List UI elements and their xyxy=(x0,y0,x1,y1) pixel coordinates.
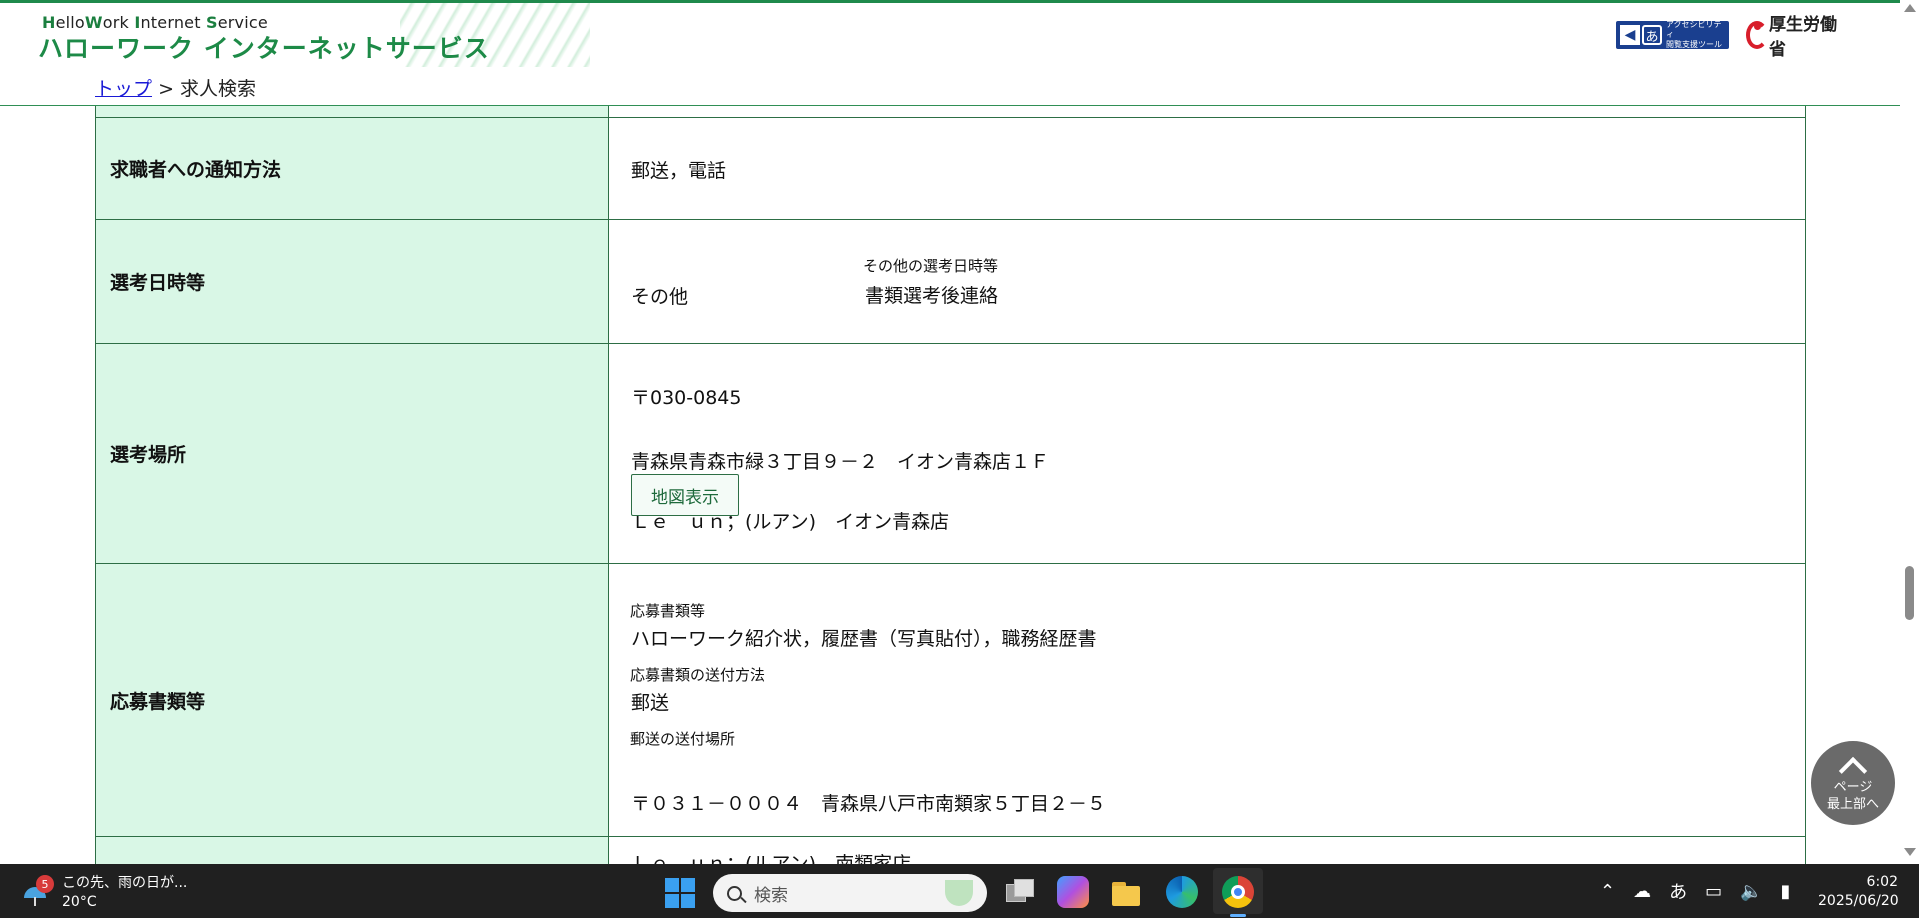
scroll-thumb[interactable] xyxy=(1905,566,1914,620)
breadcrumb: トップ > 求人検索 xyxy=(95,74,256,101)
umbrella-icon: 5 xyxy=(22,875,54,907)
task-view-icon[interactable] xyxy=(1004,876,1036,908)
send-method-label: 応募書類の送付方法 xyxy=(630,666,766,684)
system-tray: ⌃ ☁ あ ▭ 🔈 ▮ xyxy=(1600,864,1808,918)
ministry-emblem-icon xyxy=(1744,19,1768,51)
weather-forecast-text: この先、雨の日が... xyxy=(62,875,188,891)
notify-method-value: 郵送，電話 xyxy=(631,160,727,182)
documents-label: 応募書類等 xyxy=(630,602,706,620)
scroll-up-arrow-icon[interactable] xyxy=(1904,4,1916,12)
selection-date-value: その他 xyxy=(631,286,689,308)
breadcrumb-current: 求人検索 xyxy=(180,78,257,100)
send-method-value: 郵送 xyxy=(631,692,670,714)
ministry-logo-link[interactable]: 厚生労働省 xyxy=(1744,15,1844,60)
accessibility-label: アクセシビリティ 閲覧支援ツール xyxy=(1665,20,1722,49)
accessibility-tool-button[interactable]: ◀ あ アクセシビリティ 閲覧支援ツール xyxy=(1616,20,1729,49)
onedrive-cloud-icon[interactable]: ☁ xyxy=(1633,881,1651,902)
row-header: 選考場所 xyxy=(95,344,609,563)
table-row-selection-date: 選考日時等 その他 その他の選考日時等 書類選考後連絡 xyxy=(95,220,1806,344)
network-icon[interactable]: ▭ xyxy=(1705,881,1722,902)
map-display-button[interactable]: 地図表示 xyxy=(631,474,739,516)
search-icon xyxy=(727,885,742,901)
selection-place-postal: 〒030-0845 xyxy=(631,387,742,409)
table-row-application-documents: 応募書類等 応募書類等 ハローワーク紹介状，履歴書（写真貼付），職務経歴書 応募… xyxy=(95,564,1806,864)
page-scrollbar[interactable] xyxy=(1900,0,1919,864)
edge-browser-icon[interactable] xyxy=(1166,876,1198,908)
search-highlight-icon xyxy=(945,880,973,906)
page-top-button[interactable]: ページ 最上部へ xyxy=(1809,739,1897,827)
row-header: 応募書類等 xyxy=(95,564,609,836)
weather-badge: 5 xyxy=(36,875,54,893)
table-row-next-partial xyxy=(95,837,1806,864)
clock-time: 6:02 xyxy=(1866,874,1898,890)
weather-widget[interactable]: 5 この先、雨の日が... 20°C xyxy=(22,874,187,912)
chevron-up-tray-icon[interactable]: ⌃ xyxy=(1600,881,1615,902)
other-selection-date-value: 書類選考後連絡 xyxy=(865,285,999,307)
search-placeholder: 検索 xyxy=(754,885,788,906)
taskbar-clock[interactable]: 6:02 2025/06/20 xyxy=(1818,873,1899,911)
clock-date: 2025/06/20 xyxy=(1818,893,1899,909)
file-explorer-icon[interactable] xyxy=(1110,876,1142,908)
taskbar-search-box[interactable]: 検索 xyxy=(713,874,987,912)
job-detail-table: 求職者への通知方法 郵送，電話 選考日時等 その他 その他の選考日時等 書類選考… xyxy=(95,106,1806,864)
row-value: 応募書類等 ハローワーク紹介状，履歴書（写真貼付），職務経歴書 応募書類の送付方… xyxy=(609,564,1806,864)
send-place-label: 郵送の送付場所 xyxy=(630,730,736,748)
scroll-down-arrow-icon[interactable] xyxy=(1904,848,1916,856)
row-value: その他 その他の選考日時等 書類選考後連絡 xyxy=(609,220,1806,343)
breadcrumb-separator: > xyxy=(158,78,174,100)
documents-value: ハローワーク紹介状，履歴書（写真貼付），職務経歴書 xyxy=(631,628,1097,650)
windows-start-icon[interactable] xyxy=(665,878,695,908)
row-value: 郵送，電話 xyxy=(609,118,1806,219)
row-header: 求職者への通知方法 xyxy=(95,118,609,219)
ministry-name: 厚生労働省 xyxy=(1768,15,1837,60)
site-header: HelloWork Internet Service ハローワーク インターネッ… xyxy=(0,0,1900,106)
volume-icon[interactable]: 🔈 xyxy=(1740,881,1762,902)
hiragana-icon: あ xyxy=(1641,25,1662,45)
battery-icon[interactable]: ▮ xyxy=(1781,881,1791,902)
row-value: 〒030-0845 青森県青森市緑３丁目９－２ イオン青森店１Ｆ Ｌｅ ｕｎ；(… xyxy=(609,344,1806,563)
row-header: 選考日時等 xyxy=(95,220,609,343)
weather-temperature: 20°C xyxy=(62,894,97,910)
copilot-icon[interactable] xyxy=(1057,876,1089,908)
previous-row-remnant xyxy=(95,106,1806,118)
windows-taskbar: 5 この先、雨の日が... 20°C 検索 ⌃ ☁ あ ▭ 🔈 ▮ 6:02 2… xyxy=(0,864,1919,918)
chrome-browser-icon[interactable] xyxy=(1222,876,1254,908)
active-app-indicator xyxy=(1230,914,1246,917)
speaker-icon: ◀ xyxy=(1620,25,1640,45)
table-row-selection-place: 選考場所 〒030-0845 青森県青森市緑３丁目９－２ イオン青森店１Ｆ Ｌｅ… xyxy=(95,344,1806,564)
other-selection-date-label: その他の選考日時等 xyxy=(863,257,999,275)
breadcrumb-top-link[interactable]: トップ xyxy=(95,78,152,100)
table-row-notify-method: 求職者への通知方法 郵送，電話 xyxy=(95,118,1806,220)
ime-indicator[interactable]: あ xyxy=(1669,878,1687,904)
brand-logo-japanese[interactable]: ハローワーク インターネットサービス xyxy=(38,29,490,65)
